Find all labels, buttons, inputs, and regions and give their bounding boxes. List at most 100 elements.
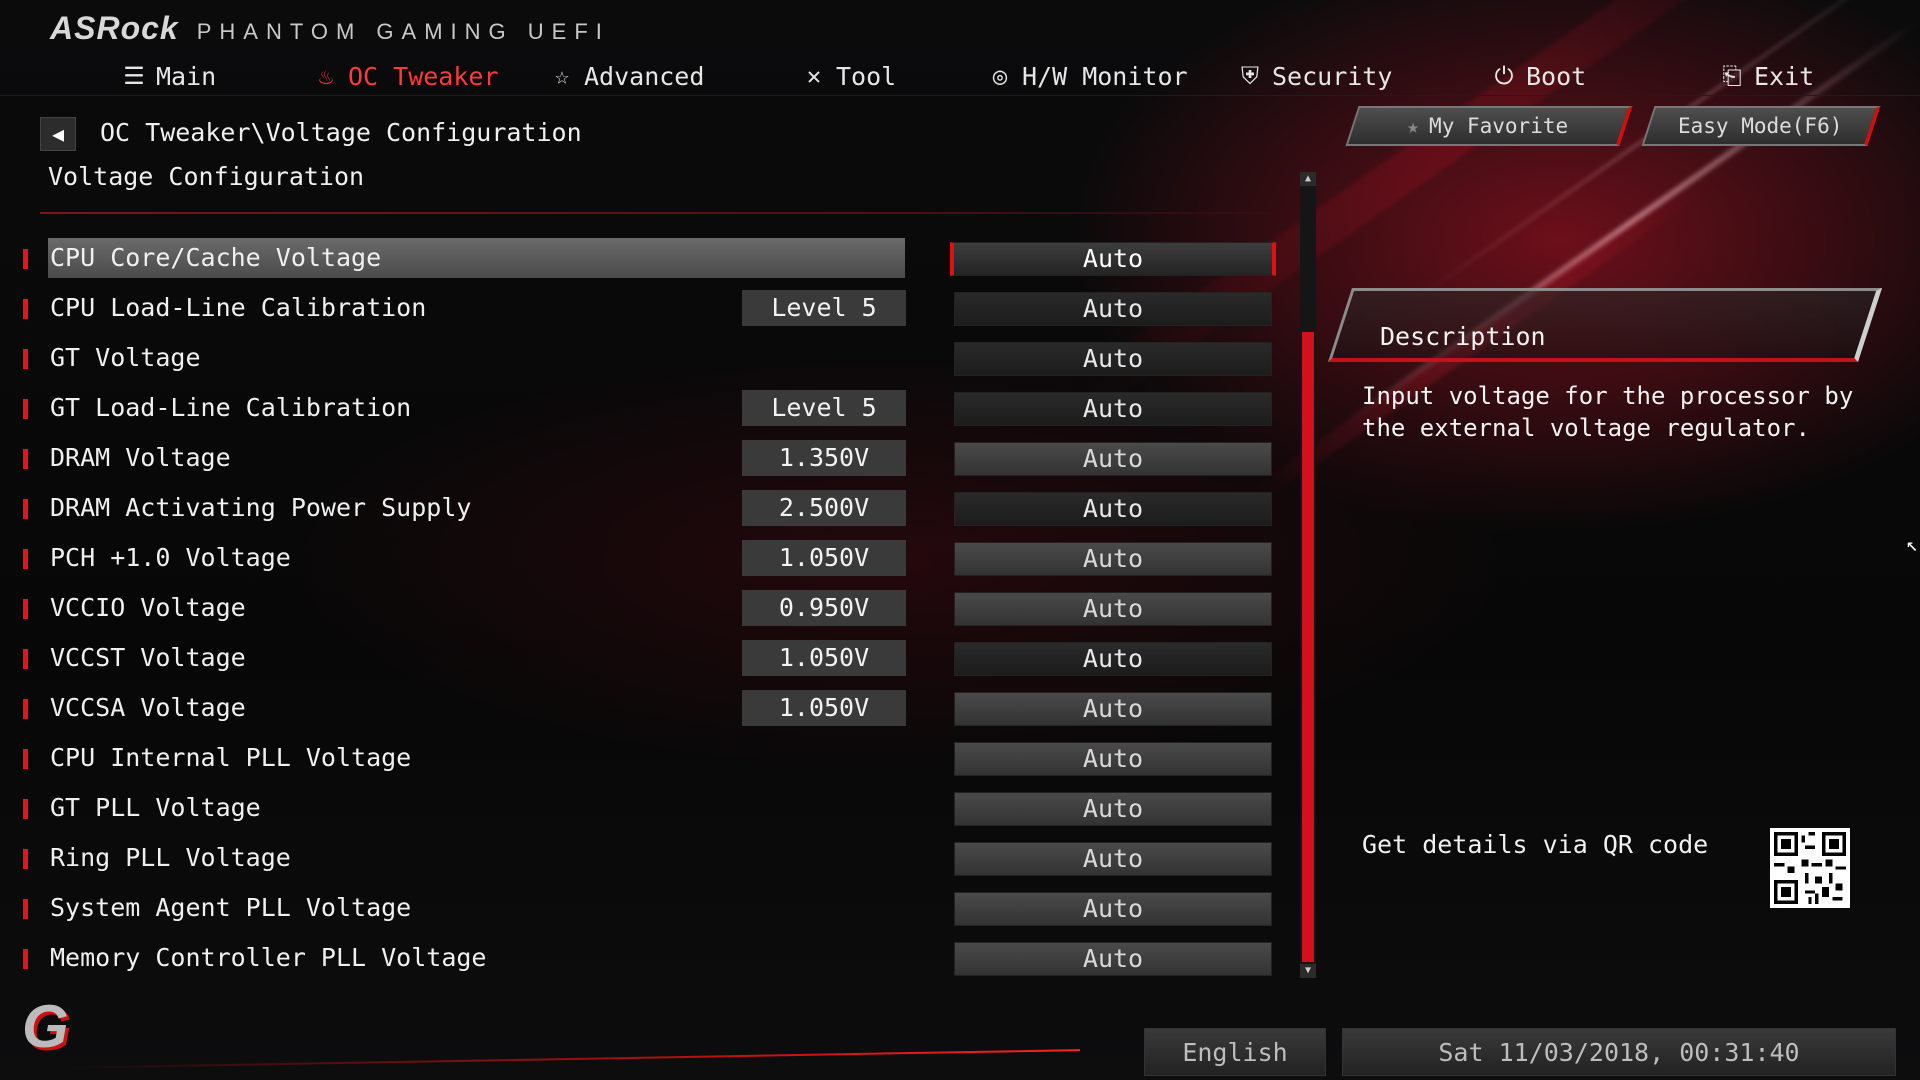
tab-label: Tool <box>836 61 897 91</box>
setting-row[interactable]: CPU Core/Cache Voltage Auto <box>0 238 1300 278</box>
setting-row[interactable]: Memory Controller PLL Voltage Auto <box>0 938 1300 978</box>
qr-code-label: Get details via QR code <box>1362 830 1709 859</box>
setting-row[interactable]: System Agent PLL Voltage Auto <box>0 888 1300 928</box>
title-divider <box>40 212 1290 214</box>
date-time-display: Sat 11/03/2018, 00:31:40 <box>1342 1028 1896 1076</box>
row-marker <box>23 749 28 769</box>
top-navigation: ☰ Main ♨ OC Tweaker ☆ Advanced ✕ Tool ◎ H/W Monit… <box>0 56 1920 96</box>
row-marker <box>23 899 28 919</box>
current-value: Level 5 <box>742 390 906 426</box>
easy-mode-label: Easy Mode(F6) <box>1677 114 1843 138</box>
back-button[interactable]: ◀ <box>40 117 76 151</box>
my-favorite-label: My Favorite <box>1429 114 1569 138</box>
mouse-cursor-icon: ↖ <box>1906 532 1919 556</box>
tab-label: Exit <box>1754 61 1815 91</box>
footer-accent-line <box>60 1049 1080 1069</box>
setting-value-selector[interactable]: Auto <box>954 292 1272 326</box>
background-streak <box>1407 0 1920 307</box>
scrollbar[interactable]: ▲ ▼ <box>1300 172 1316 978</box>
row-marker <box>23 699 28 719</box>
breadcrumb: OC Tweaker\Voltage Configuration <box>100 118 582 147</box>
setting-label: GT Voltage <box>50 343 201 372</box>
tab-label: H/W Monitor <box>1022 61 1188 91</box>
setting-row[interactable]: GT Voltage Auto <box>0 338 1300 378</box>
row-marker <box>23 549 28 569</box>
tab-tool[interactable]: ✕ Tool <box>800 56 896 96</box>
setting-value-selector[interactable]: Auto <box>954 742 1272 776</box>
brand-header: ASRock PHANTOM GAMING UEFI <box>50 10 610 50</box>
setting-row[interactable]: CPU Load-Line Calibration Level 5 Auto <box>0 288 1300 328</box>
current-value: 1.050V <box>742 690 906 726</box>
setting-row[interactable]: VCCIO Voltage 0.950V Auto <box>0 588 1300 628</box>
row-marker <box>23 299 28 319</box>
setting-row[interactable]: CPU Internal PLL Voltage Auto <box>0 738 1300 778</box>
setting-row[interactable]: GT PLL Voltage Auto <box>0 788 1300 828</box>
setting-value-selector[interactable]: Auto <box>954 392 1272 426</box>
current-value: 2.500V <box>742 490 906 526</box>
power-icon: ⏻ <box>1494 62 1514 90</box>
tab-label: Boot <box>1526 61 1587 91</box>
setting-value-selector[interactable]: Auto <box>954 342 1272 376</box>
star-icon: ☆ <box>554 62 570 90</box>
setting-row[interactable]: DRAM Voltage 1.350V Auto <box>0 438 1300 478</box>
current-value: 1.050V <box>742 640 906 676</box>
setting-row[interactable]: GT Load-Line Calibration Level 5 Auto <box>0 388 1300 428</box>
current-value: 0.950V <box>742 590 906 626</box>
tab-h-w-monitor[interactable]: ◎ H/W Monitor <box>986 56 1188 96</box>
tab-advanced[interactable]: ☆ Advanced <box>548 56 705 96</box>
setting-row[interactable]: VCCST Voltage 1.050V Auto <box>0 638 1300 678</box>
tab-label: Security <box>1272 61 1393 91</box>
setting-value-selector[interactable]: Auto <box>954 592 1272 626</box>
qr-code <box>1770 828 1850 908</box>
scroll-up-icon[interactable]: ▲ <box>1300 172 1316 186</box>
setting-label: CPU Core/Cache Voltage <box>48 238 905 278</box>
tab-label: Main <box>156 61 217 91</box>
setting-value-selector[interactable]: Auto <box>954 892 1272 926</box>
setting-label: CPU Internal PLL Voltage <box>50 743 412 772</box>
row-marker <box>23 849 28 869</box>
setting-value-selector[interactable]: Auto <box>954 542 1272 576</box>
setting-label: System Agent PLL Voltage <box>50 893 412 922</box>
page-title: Voltage Configuration <box>48 162 365 191</box>
brand-logo: ASRock <box>50 10 179 46</box>
back-arrow-icon: ◀ <box>51 122 65 146</box>
shield-icon: ⛨ <box>1241 62 1259 90</box>
current-value: 1.350V <box>742 440 906 476</box>
setting-row[interactable]: DRAM Activating Power Supply 2.500V Auto <box>0 488 1300 528</box>
setting-value-selector[interactable]: Auto <box>954 842 1272 876</box>
setting-row[interactable]: PCH +1.0 Voltage 1.050V Auto <box>0 538 1300 578</box>
row-marker <box>23 799 28 819</box>
exit-icon: ⎗ <box>1722 62 1742 90</box>
tab-label: OC Tweaker <box>348 61 499 91</box>
setting-value-selector[interactable]: Auto <box>950 242 1276 276</box>
brand-subtitle: PHANTOM GAMING UEFI <box>196 19 610 44</box>
scroll-thumb[interactable] <box>1302 332 1314 962</box>
monitor-icon: ◎ <box>992 62 1008 90</box>
setting-label: Ring PLL Voltage <box>50 843 291 872</box>
tab-oc-tweaker[interactable]: ♨ OC Tweaker <box>312 56 499 96</box>
current-value: 1.050V <box>742 540 906 576</box>
setting-value-selector[interactable]: Auto <box>954 942 1272 976</box>
setting-value-selector[interactable]: Auto <box>954 692 1272 726</box>
setting-value-selector[interactable]: Auto <box>954 642 1272 676</box>
tab-boot[interactable]: ⏻ Boot <box>1490 56 1587 96</box>
my-favorite-button[interactable]: ★ My Favorite <box>1345 106 1633 146</box>
uefi-screen: ASRock PHANTOM GAMING UEFI ☰ Main ♨ OC Twea… <box>0 0 1920 1080</box>
list-icon: ☰ <box>123 62 145 90</box>
easy-mode-button[interactable]: Easy Mode(F6) <box>1641 106 1881 146</box>
row-marker <box>23 399 28 419</box>
setting-row[interactable]: VCCSA Voltage 1.050V Auto <box>0 688 1300 728</box>
row-marker <box>23 249 28 269</box>
flame-icon: ♨ <box>318 62 334 90</box>
setting-row[interactable]: Ring PLL Voltage Auto <box>0 838 1300 878</box>
setting-value-selector[interactable]: Auto <box>954 442 1272 476</box>
setting-value-selector[interactable]: Auto <box>954 792 1272 826</box>
tab-main[interactable]: ☰ Main <box>120 56 216 96</box>
tab-security[interactable]: ⛨ Security <box>1236 56 1392 96</box>
description-text: Input voltage for the processor by the e… <box>1362 382 1854 442</box>
row-marker <box>23 499 28 519</box>
tab-exit[interactable]: ⎗ Exit <box>1718 56 1814 96</box>
setting-value-selector[interactable]: Auto <box>954 492 1272 526</box>
scroll-down-icon[interactable]: ▼ <box>1300 964 1316 978</box>
language-button[interactable]: English <box>1144 1028 1326 1076</box>
